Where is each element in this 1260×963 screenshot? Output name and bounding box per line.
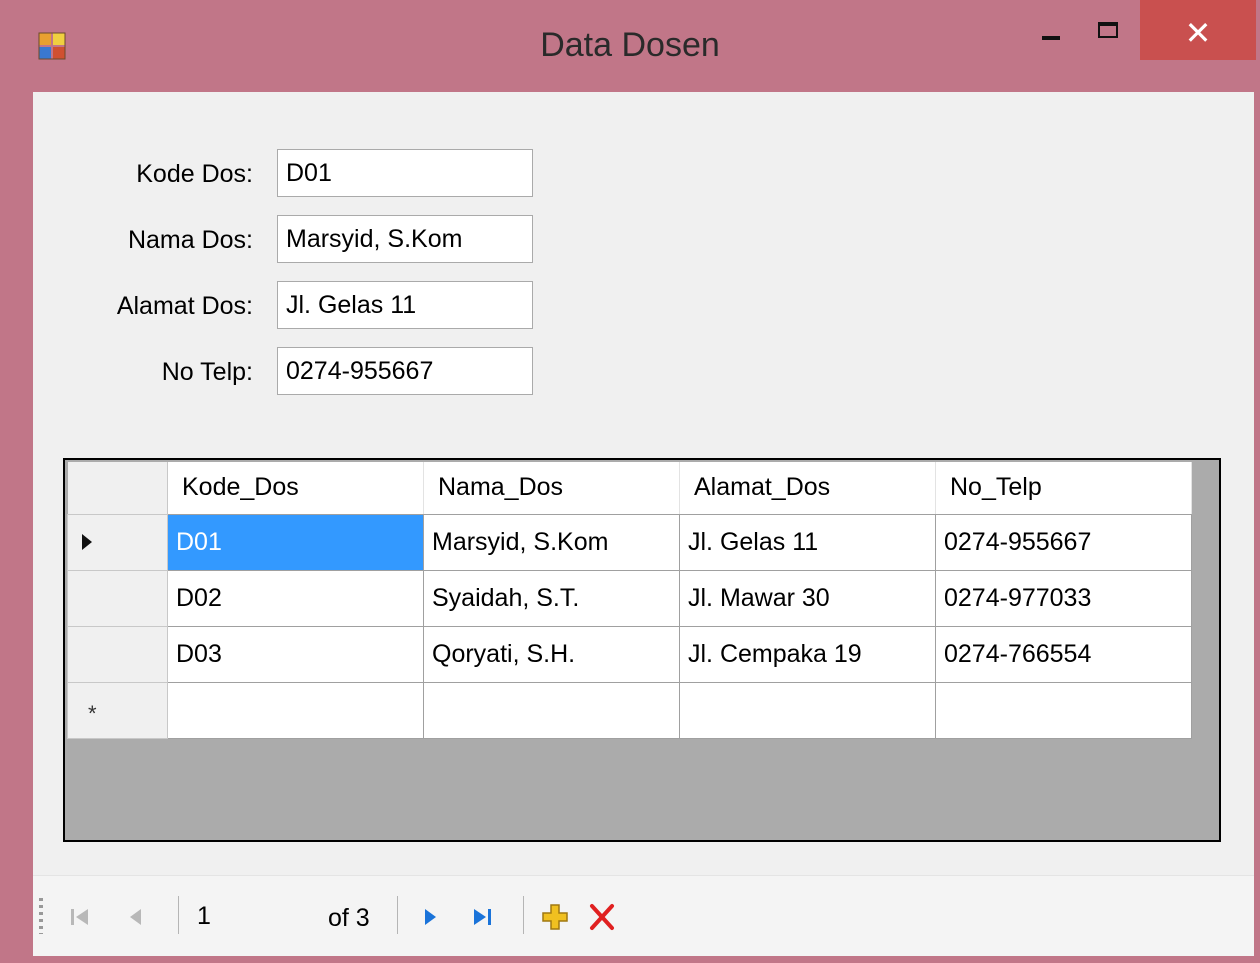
- no-telp-input[interactable]: [277, 347, 533, 395]
- nama-dos-input[interactable]: [277, 215, 533, 263]
- add-new-button[interactable]: [538, 900, 572, 934]
- kode-dos-label: Kode Dos:: [136, 160, 253, 188]
- row-header[interactable]: [67, 569, 168, 627]
- move-previous-icon: [130, 909, 141, 925]
- table-cell[interactable]: 0274-955667: [935, 513, 1192, 571]
- table-cell[interactable]: Jl. Mawar 30: [679, 569, 936, 627]
- table-cell[interactable]: [679, 681, 936, 739]
- move-next-icon: [425, 909, 436, 925]
- nama-dos-label: Nama Dos:: [127, 226, 253, 254]
- table-cell[interactable]: Jl. Gelas 11: [679, 513, 936, 571]
- new-row-icon: *: [88, 700, 97, 726]
- toolbar-separator: [397, 896, 398, 934]
- delete-button[interactable]: [585, 900, 619, 934]
- add-new-icon: [542, 904, 568, 930]
- grid-header-row: Kode_Dos Nama_Dos Alamat_Dos No_Telp: [67, 462, 1192, 515]
- position-input[interactable]: [193, 898, 297, 934]
- move-first-icon: [71, 909, 88, 925]
- row-header[interactable]: *: [67, 681, 168, 739]
- table-cell[interactable]: Syaidah, S.T.: [423, 569, 680, 627]
- table-row[interactable]: D03 Qoryati, S.H. Jl. Cempaka 19 0274-76…: [67, 625, 1192, 683]
- table-cell[interactable]: Qoryati, S.H.: [423, 625, 680, 683]
- data-grid[interactable]: Kode_Dos Nama_Dos Alamat_Dos No_Telp D01…: [63, 458, 1221, 842]
- table-row[interactable]: D02 Syaidah, S.T. Jl. Mawar 30 0274-9770…: [67, 569, 1192, 627]
- close-button[interactable]: ✕: [1140, 0, 1256, 60]
- close-icon: ✕: [1184, 14, 1212, 52]
- new-row[interactable]: *: [67, 681, 1192, 739]
- toolbar-separator: [178, 896, 179, 934]
- move-previous-button[interactable]: [119, 900, 153, 934]
- table-cell[interactable]: D02: [167, 569, 424, 627]
- binding-navigator: of 3: [33, 875, 1254, 956]
- maximize-icon: [1098, 22, 1118, 38]
- table-cell[interactable]: Marsyid, S.Kom: [423, 513, 680, 571]
- table-cell[interactable]: [167, 681, 424, 739]
- table-cell[interactable]: [423, 681, 680, 739]
- minimize-button[interactable]: [1025, 0, 1080, 60]
- alamat-dos-label: Alamat Dos:: [116, 292, 253, 320]
- column-header-kode-dos[interactable]: Kode_Dos: [167, 462, 424, 515]
- row-header[interactable]: [67, 513, 168, 571]
- toolbar-grip[interactable]: [39, 898, 43, 934]
- kode-dos-input[interactable]: [277, 149, 533, 197]
- current-row-icon: [82, 533, 92, 550]
- grid-table: Kode_Dos Nama_Dos Alamat_Dos No_Telp D01…: [67, 462, 1192, 739]
- table-cell[interactable]: D03: [167, 625, 424, 683]
- alamat-dos-input[interactable]: [277, 281, 533, 329]
- no-telp-label: No Telp:: [161, 358, 253, 386]
- top-left-header-cell[interactable]: [67, 462, 168, 515]
- column-header-nama-dos[interactable]: Nama_Dos: [423, 462, 680, 515]
- count-label: of 3: [328, 904, 370, 932]
- table-cell[interactable]: 0274-766554: [935, 625, 1192, 683]
- main-window: Data Dosen ✕ Kode Dos: Nama Dos: Alamat …: [0, 0, 1260, 963]
- table-cell[interactable]: [935, 681, 1192, 739]
- table-cell[interactable]: 0274-977033: [935, 569, 1192, 627]
- table-cell[interactable]: Jl. Cempaka 19: [679, 625, 936, 683]
- delete-icon: [590, 904, 614, 930]
- move-next-button[interactable]: [413, 900, 447, 934]
- move-first-button[interactable]: [63, 900, 97, 934]
- toolbar-separator: [523, 896, 524, 934]
- row-header[interactable]: [67, 625, 168, 683]
- table-row[interactable]: D01 Marsyid, S.Kom Jl. Gelas 11 0274-955…: [67, 513, 1192, 571]
- column-header-no-telp[interactable]: No_Telp: [935, 462, 1192, 515]
- move-last-icon: [474, 909, 491, 925]
- move-last-button[interactable]: [465, 900, 499, 934]
- table-cell[interactable]: D01: [167, 513, 424, 571]
- minimize-icon: [1042, 36, 1060, 40]
- maximize-button[interactable]: [1080, 0, 1140, 60]
- title-bar[interactable]: Data Dosen ✕: [0, 0, 1260, 92]
- column-header-alamat-dos[interactable]: Alamat_Dos: [679, 462, 936, 515]
